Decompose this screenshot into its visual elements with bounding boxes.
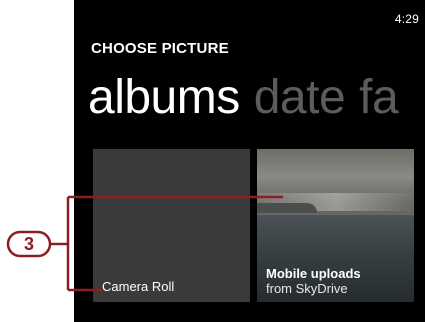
pivot-tab-albums[interactable]: albums: [88, 74, 240, 122]
album-tile-mobile-uploads[interactable]: Mobile uploads from SkyDrive: [257, 149, 414, 302]
phone-screen: 4:29 CHOOSE PICTURE albums date fa Camera …: [74, 0, 425, 322]
album-thumbnail-land: [257, 203, 317, 213]
album-tile-camera-roll[interactable]: Camera Roll: [93, 149, 250, 302]
callout-number: 3: [23, 234, 34, 254]
status-time: 4:29: [394, 12, 419, 26]
page-title: CHOOSE PICTURE: [91, 40, 229, 57]
pivot-tab-favorites[interactable]: fa: [359, 74, 399, 122]
screenshot-stage: 4:29 CHOOSE PICTURE albums date fa Camera …: [0, 0, 425, 322]
pivot-header: albums date fa: [88, 74, 412, 122]
album-name: Mobile uploads: [266, 266, 361, 281]
album-subtitle: from SkyDrive: [266, 281, 348, 296]
album-name: Camera Roll: [102, 279, 175, 294]
pivot-tab-date[interactable]: date: [254, 74, 346, 122]
